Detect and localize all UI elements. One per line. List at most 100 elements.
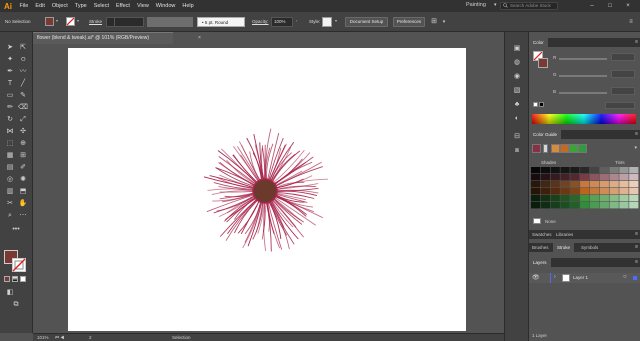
menu-object[interactable]: Object bbox=[48, 3, 71, 9]
channel-b-slider[interactable] bbox=[559, 92, 607, 94]
variation-swatch[interactable] bbox=[531, 188, 541, 195]
menu-file[interactable]: File bbox=[16, 3, 32, 9]
close-icon[interactable]: × bbox=[622, 1, 634, 11]
variation-swatch[interactable] bbox=[619, 174, 629, 181]
color-panel-fill-swatch[interactable] bbox=[538, 58, 548, 68]
rotate-tool-icon[interactable]: ↻ bbox=[5, 115, 15, 125]
variation-swatch[interactable] bbox=[580, 167, 590, 174]
variation-swatch[interactable] bbox=[540, 195, 551, 202]
channel-r-field[interactable] bbox=[611, 53, 635, 61]
tab-stroke[interactable]: Stroke bbox=[553, 243, 575, 252]
variation-swatch[interactable] bbox=[550, 167, 560, 174]
graphic-styles-icon[interactable]: ▧ bbox=[512, 86, 522, 96]
variation-swatch[interactable] bbox=[550, 202, 560, 209]
zoom-tool-icon[interactable]: ⌕ bbox=[5, 211, 15, 221]
stock-search-input[interactable]: Search Adobe Stock bbox=[500, 2, 558, 10]
gradient-tool-icon[interactable]: ▤ bbox=[5, 163, 15, 173]
eraser-tool-icon[interactable]: ⌫ bbox=[18, 103, 28, 113]
stroke-color-swatch[interactable] bbox=[66, 17, 75, 26]
menu-edit[interactable]: Edit bbox=[32, 3, 48, 9]
variation-swatch[interactable] bbox=[599, 174, 609, 181]
variation-swatch[interactable] bbox=[560, 195, 570, 202]
free-transform-icon[interactable]: ⬚ bbox=[5, 139, 15, 149]
variation-swatch[interactable] bbox=[629, 195, 639, 202]
column-graph-icon[interactable]: ▥ bbox=[5, 187, 15, 197]
artboard-number[interactable]: 2 bbox=[89, 335, 92, 340]
selection-indicator[interactable] bbox=[633, 276, 637, 280]
slice-tool-icon[interactable]: ✂ bbox=[5, 199, 15, 209]
artboard-navigation[interactable]: ⏮ ◀ bbox=[55, 335, 64, 340]
hex-field[interactable] bbox=[605, 102, 635, 109]
variation-swatch[interactable] bbox=[599, 188, 609, 195]
variation-swatch[interactable] bbox=[609, 174, 619, 181]
harmony-chip[interactable] bbox=[551, 144, 560, 153]
pathfinder-icon[interactable]: ⧈ bbox=[512, 146, 522, 156]
magic-wand-icon[interactable]: ✦ bbox=[5, 55, 15, 65]
variation-swatch[interactable] bbox=[560, 181, 570, 188]
panel-menu-icon[interactable]: ≡ bbox=[635, 130, 638, 139]
type-tool-icon[interactable]: T bbox=[5, 79, 15, 89]
chevron-down-icon[interactable]: ▾ bbox=[439, 17, 449, 27]
tab-color-guide[interactable]: Color Guide bbox=[529, 130, 562, 139]
variation-swatch[interactable] bbox=[589, 202, 600, 209]
curvature-tool-icon[interactable]: 〰 bbox=[18, 67, 28, 77]
menu-effect[interactable]: Effect bbox=[113, 3, 134, 9]
variation-swatch[interactable] bbox=[609, 202, 619, 209]
variation-swatch[interactable] bbox=[531, 195, 541, 202]
channel-r-slider[interactable] bbox=[559, 58, 607, 60]
gradient-mode-swatch[interactable] bbox=[12, 276, 18, 282]
menu-help[interactable]: Help bbox=[179, 3, 197, 9]
variation-swatch[interactable] bbox=[540, 174, 551, 181]
panel-menu-icon[interactable]: ≡ bbox=[635, 258, 638, 267]
canvas-area[interactable] bbox=[33, 44, 504, 333]
symbols-icon[interactable]: ♣ bbox=[512, 100, 522, 110]
libraries-icon[interactable]: ▣ bbox=[512, 44, 522, 54]
variation-swatch[interactable] bbox=[629, 188, 639, 195]
panel-menu-icon[interactable]: ≡ bbox=[626, 17, 636, 27]
chevron-down-icon[interactable]: ▾ bbox=[77, 18, 79, 23]
variation-swatch[interactable] bbox=[599, 195, 609, 202]
variation-swatch[interactable] bbox=[580, 188, 590, 195]
variation-swatch[interactable] bbox=[570, 174, 580, 181]
document-setup-button[interactable]: Document Setup bbox=[345, 17, 388, 27]
variation-swatch[interactable] bbox=[550, 195, 560, 202]
brush-preview-field[interactable] bbox=[147, 17, 193, 27]
variation-swatch[interactable] bbox=[599, 202, 609, 209]
lasso-icon[interactable]: ഠ bbox=[18, 55, 28, 65]
variation-swatch[interactable] bbox=[580, 195, 590, 202]
variation-swatch[interactable] bbox=[589, 174, 600, 181]
variation-swatch[interactable] bbox=[550, 188, 560, 195]
brush-definition-dropdown[interactable]: • 5 pt. Round bbox=[197, 17, 245, 27]
tab-brushes[interactable]: Brushes bbox=[529, 243, 552, 252]
artboard[interactable] bbox=[68, 48, 466, 331]
tab-color[interactable]: Color bbox=[529, 38, 548, 47]
hand-tool-icon[interactable]: ✋ bbox=[18, 199, 28, 209]
color-guide-variations[interactable] bbox=[531, 167, 639, 209]
blend-tool-icon[interactable]: ◎ bbox=[5, 175, 15, 185]
variation-swatch[interactable] bbox=[570, 188, 580, 195]
variation-swatch[interactable] bbox=[599, 167, 609, 174]
harmony-chip[interactable] bbox=[578, 144, 587, 153]
variation-swatch[interactable] bbox=[619, 167, 629, 174]
variation-swatch[interactable] bbox=[560, 202, 570, 209]
edit-toolbar-icon[interactable]: ••• bbox=[11, 225, 21, 235]
visibility-eye-icon[interactable]: 👁 bbox=[532, 274, 540, 281]
minimize-icon[interactable]: – bbox=[586, 1, 598, 11]
puppet-warp-icon[interactable]: ✣ bbox=[18, 127, 28, 137]
variation-swatch[interactable] bbox=[609, 167, 619, 174]
zoom-level[interactable]: 101% bbox=[37, 335, 49, 340]
variation-swatch[interactable] bbox=[629, 181, 639, 188]
variation-swatch[interactable] bbox=[550, 181, 560, 188]
opacity-label[interactable]: Opacity: bbox=[252, 19, 269, 24]
variation-swatch[interactable] bbox=[629, 174, 639, 181]
variation-swatch[interactable] bbox=[580, 174, 590, 181]
artboard-tool-icon[interactable]: ⬒ bbox=[18, 187, 28, 197]
variation-swatch[interactable] bbox=[540, 202, 551, 209]
flower-artwork[interactable] bbox=[198, 124, 332, 258]
stroke-label[interactable]: Stroke bbox=[89, 19, 102, 24]
variation-swatch[interactable] bbox=[619, 202, 629, 209]
variation-swatch[interactable] bbox=[609, 195, 619, 202]
appearance-icon[interactable]: ◉ bbox=[512, 72, 522, 82]
variation-swatch[interactable] bbox=[531, 174, 541, 181]
panel-menu-icon[interactable]: ≡ bbox=[635, 38, 638, 47]
